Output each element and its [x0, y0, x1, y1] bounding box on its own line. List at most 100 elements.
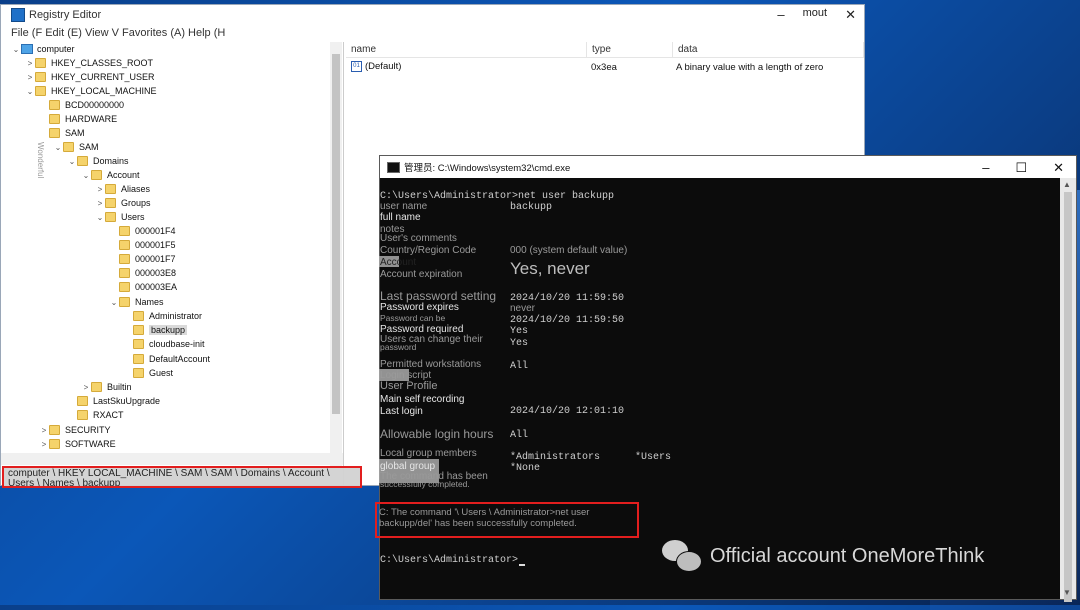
tree-item[interactable]: ⌄ Names — [109, 295, 164, 309]
chevron-right-icon[interactable]: > — [25, 59, 35, 68]
tree-item[interactable]: LastSkuUpgrade — [67, 394, 160, 408]
field-value: never — [510, 303, 536, 314]
chevron-down-icon[interactable]: ⌄ — [95, 213, 105, 222]
tree-item[interactable]: > SOFTWARE — [39, 437, 116, 451]
list-header: name type data — [346, 42, 864, 58]
tree-item-label: Names — [135, 297, 164, 307]
folder-icon — [63, 142, 74, 152]
tree-item[interactable]: Administrator — [123, 309, 202, 323]
tree-item[interactable]: 000003E8 — [109, 266, 176, 280]
tree-item[interactable]: ⌄ Domains — [67, 154, 129, 168]
folder-icon — [91, 382, 102, 392]
field-label: Allowable login hours — [380, 427, 494, 441]
tree-item[interactable]: 000001F4 — [109, 224, 176, 238]
chevron-right-icon[interactable]: > — [95, 185, 105, 194]
cmd-close-button[interactable]: ✕ — [1053, 160, 1064, 176]
cmd-minimize-button[interactable]: – — [982, 160, 989, 176]
tree-root[interactable]: ⌄ computer — [11, 42, 75, 56]
prompt-text: C:\Users\Administrator> — [380, 555, 519, 566]
chevron-down-icon[interactable]: ⌄ — [67, 157, 77, 166]
tree-item[interactable]: > Builtin — [81, 380, 132, 394]
tree-item[interactable]: > SECURITY — [39, 423, 111, 437]
tree-item-label: 000001F7 — [135, 254, 176, 264]
delete-result-text: C: The command '\ Users \ Administrator>… — [379, 507, 590, 529]
folder-icon — [105, 184, 116, 194]
tree-item-label: Guest — [149, 368, 174, 378]
tree-item[interactable]: HARDWARE — [39, 112, 117, 126]
chevron-down-icon[interactable]: ⌄ — [25, 87, 35, 96]
tree-item[interactable]: > HKEY_CLASSES_ROOT — [25, 56, 153, 70]
chevron-right-icon[interactable]: > — [25, 73, 35, 82]
scroll-down-icon[interactable]: ▼ — [1063, 588, 1071, 597]
tree-item[interactable]: ⌄ Users — [95, 210, 145, 224]
chevron-down-icon[interactable]: ⌄ — [81, 171, 91, 180]
cmd-scrollbar[interactable]: ▲ ▼ — [1060, 178, 1076, 602]
field-value: All — [510, 430, 529, 441]
regedit-app-icon — [11, 8, 25, 22]
list-item[interactable]: 01 (Default) 0x3ea A binary value with a … — [346, 58, 864, 76]
folder-icon — [105, 212, 116, 222]
tree-item-label: HKEY_CLASSES_ROOT — [51, 58, 154, 68]
field-value: *Users — [635, 452, 672, 463]
field-label: full name — [380, 212, 421, 223]
cmd-prompt[interactable]: C:\Users\Administrator> — [380, 555, 526, 566]
tree-item[interactable]: BCD00000000 — [39, 98, 124, 112]
tree-item[interactable]: SAM — [39, 126, 85, 140]
field-label: Last login — [380, 406, 423, 417]
chevron-right-icon[interactable]: > — [39, 426, 49, 435]
tree-item[interactable]: DefaultAccount — [123, 352, 210, 366]
field-label: Account — [380, 257, 417, 268]
tree-item[interactable]: > HKEY_CURRENT_USER — [25, 70, 155, 84]
cmd-title: 管理员: C:\Windows\system32\cmd.exe — [404, 163, 571, 174]
tree-item[interactable]: ⌄ HKEY_LOCAL_MACHINE — [25, 84, 157, 98]
tree-vertical-scrollbar[interactable] — [330, 42, 342, 472]
scroll-up-icon[interactable]: ▲ — [1063, 180, 1071, 189]
tree-item-label: BCD00000000 — [65, 100, 125, 110]
tree-item[interactable]: backupp — [123, 323, 188, 337]
registry-tree[interactable]: ⌄ computer > HKEY_CLASSES_ROOT > HKEY_CURRE… — [1, 42, 344, 485]
chevron-down-icon[interactable]: ⌄ — [53, 143, 63, 152]
tree-item-label: backupp — [149, 325, 188, 335]
field-value: Yes, never — [510, 259, 590, 278]
title-right-text: mout — [802, 7, 828, 19]
tree-item-label: SAM — [79, 142, 99, 152]
tree-item-label: SAM — [65, 128, 85, 138]
column-name[interactable]: name — [346, 42, 587, 57]
tree-item[interactable]: 000001F7 — [109, 252, 176, 266]
status-path-bar: computer \ HKEY LOCAL_MACHINE \ SAM \ SA… — [2, 466, 362, 488]
tree-item[interactable]: ⌄ SAM — [53, 140, 99, 154]
folder-icon — [119, 297, 130, 307]
tree-item[interactable]: Guest — [123, 366, 173, 380]
minimize-button[interactable]: – — [777, 7, 784, 23]
tree-item[interactable]: > Groups — [95, 196, 151, 210]
tree-item-label: DefaultAccount — [149, 354, 211, 364]
tree-item[interactable]: 000001F5 — [109, 238, 176, 252]
cmd-titlebar[interactable]: 管理员: C:\Windows\system32\cmd.exe – ☐ ✕ — [380, 156, 1076, 178]
tree-item[interactable]: cloudbase-init — [123, 337, 205, 351]
tree-item[interactable]: ⌄ Account — [81, 168, 140, 182]
column-data[interactable]: data — [673, 42, 864, 57]
folder-icon — [49, 425, 60, 435]
tree-item[interactable]: RXACT — [67, 408, 124, 422]
regedit-titlebar[interactable]: Registry Editor – mout ✕ — [1, 5, 864, 25]
tree-horizontal-scrollbar[interactable] — [1, 453, 343, 465]
chevron-right-icon[interactable]: > — [81, 383, 91, 392]
tree-item[interactable]: > Aliases — [95, 182, 150, 196]
cmd-maximize-button[interactable]: ☐ — [1015, 160, 1027, 176]
tree-item[interactable]: 000003EA — [109, 280, 177, 294]
field-value: *Administrators — [510, 452, 601, 463]
column-type[interactable]: type — [587, 42, 673, 57]
regedit-title: Registry Editor — [29, 9, 102, 21]
folder-icon — [119, 240, 130, 250]
chevron-right-icon[interactable]: > — [39, 440, 49, 449]
regedit-menubar[interactable]: File (F Edit (E) View V Favorites (A) He… — [1, 25, 864, 41]
chevron-down-icon[interactable]: ⌄ — [11, 45, 21, 54]
field-label: Password expires — [380, 302, 459, 313]
tree-item-label: cloudbase-init — [149, 339, 205, 349]
field-value: 2024/10/20 12:01:10 — [510, 406, 625, 417]
folder-icon — [133, 368, 144, 378]
close-button[interactable]: ✕ — [845, 7, 856, 23]
folder-icon — [91, 170, 102, 180]
chevron-down-icon[interactable]: ⌄ — [109, 298, 119, 307]
chevron-right-icon[interactable]: > — [95, 199, 105, 208]
